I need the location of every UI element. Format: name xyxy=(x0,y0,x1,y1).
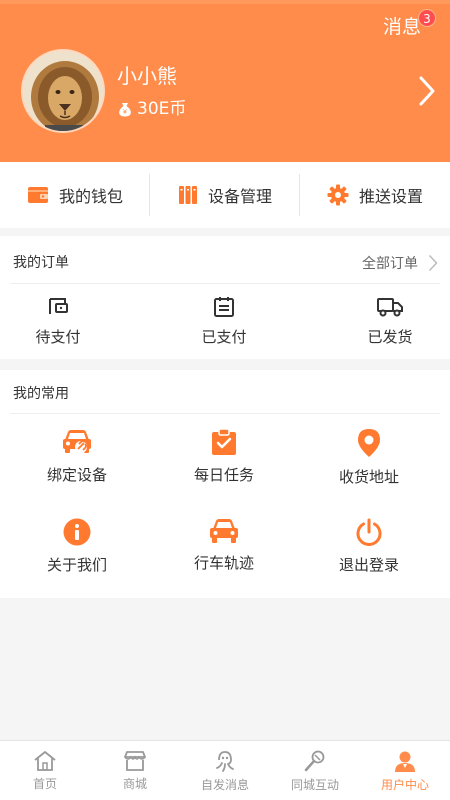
shipped-label: 已发货 xyxy=(367,328,413,346)
tab-interaction-label: 同城互动 xyxy=(290,777,339,792)
lion-avatar-icon xyxy=(23,51,103,131)
receipt-icon xyxy=(214,297,234,317)
chevron-right-icon[interactable] xyxy=(413,74,441,108)
driving-track-button[interactable]: 行车轨迹 xyxy=(179,518,269,573)
all-orders-link[interactable]: 全部订单 xyxy=(362,253,438,273)
shipping-address-button[interactable]: 收货地址 xyxy=(324,428,414,487)
octopus-message-icon xyxy=(216,750,234,772)
device-books-icon xyxy=(178,186,197,204)
tab-home[interactable]: 首页 xyxy=(0,741,90,800)
pending-payment-button[interactable]: 待支付 xyxy=(28,296,88,347)
shipping-address-label: 收货地址 xyxy=(338,468,399,486)
coin-balance: ¥ 30E币 xyxy=(117,97,186,121)
my-wallet-label: 我的钱包 xyxy=(58,187,123,206)
info-icon xyxy=(63,518,91,546)
microphone-icon xyxy=(304,750,325,771)
divider xyxy=(10,413,440,414)
device-management-button[interactable]: 设备管理 xyxy=(150,162,300,228)
location-pin-icon xyxy=(358,429,380,457)
chevron-right-icon xyxy=(428,254,438,272)
username: 小小熊 xyxy=(117,64,177,88)
car-icon xyxy=(210,519,238,543)
home-icon xyxy=(34,750,56,771)
wallet-outline-icon xyxy=(49,298,68,314)
gear-icon xyxy=(327,184,349,206)
paid-button[interactable]: 已支付 xyxy=(194,296,254,347)
my-common-card: 我的常用 绑定设备 每日任务 收货地址 关于我们 行车轨迹 退出登录 xyxy=(0,370,450,598)
my-orders-card: 我的订单 全部订单 待支付 已支付 已发货 xyxy=(0,236,450,359)
my-wallet-button[interactable]: 我的钱包 xyxy=(0,162,150,228)
my-common-title: 我的常用 xyxy=(13,386,69,402)
logout-button[interactable]: 退出登录 xyxy=(324,518,414,575)
tab-interaction[interactable]: 同城互动 xyxy=(270,741,360,800)
push-settings-button[interactable]: 推送设置 xyxy=(300,162,450,228)
money-bag-icon: ¥ xyxy=(119,103,131,117)
shipped-button[interactable]: 已发货 xyxy=(360,296,420,347)
push-settings-label: 推送设置 xyxy=(358,187,423,206)
about-us-button[interactable]: 关于我们 xyxy=(32,518,122,575)
header-top-strip xyxy=(0,0,450,4)
wallet-icon xyxy=(27,187,48,203)
my-orders-title: 我的订单 xyxy=(13,255,69,271)
avatar[interactable] xyxy=(21,49,105,133)
profile-header: 消息 3 小小熊 ¥ 30E币 xyxy=(0,0,450,162)
messages-button[interactable]: 消息 xyxy=(383,15,421,39)
messages-badge: 3 xyxy=(418,9,436,27)
bottom-tab-bar: 首页 商城 自发消息 同城互动 用户中心 xyxy=(0,740,450,800)
tab-mall[interactable]: 商城 xyxy=(90,741,180,800)
tab-home-label: 首页 xyxy=(32,776,57,791)
divider xyxy=(10,283,440,284)
bind-device-label: 绑定设备 xyxy=(46,466,107,484)
tab-user-center-label: 用户中心 xyxy=(380,777,429,792)
all-orders-label: 全部订单 xyxy=(362,256,418,272)
about-us-label: 关于我们 xyxy=(46,556,107,574)
svg-text:¥: ¥ xyxy=(123,109,127,116)
daily-tasks-button[interactable]: 每日任务 xyxy=(179,428,269,485)
power-icon xyxy=(356,518,382,546)
tab-user-center[interactable]: 用户中心 xyxy=(360,741,450,800)
tab-messages[interactable]: 自发消息 xyxy=(180,741,270,800)
paid-label: 已支付 xyxy=(201,328,247,346)
car-link-icon xyxy=(63,430,91,453)
tab-mall-label: 商城 xyxy=(122,776,147,791)
quick-actions-bar: 我的钱包 设备管理 推送设置 xyxy=(0,162,450,228)
delivery-truck-icon xyxy=(377,298,403,317)
store-icon xyxy=(124,750,146,771)
tab-messages-label: 自发消息 xyxy=(200,777,249,792)
bind-device-button[interactable]: 绑定设备 xyxy=(32,428,122,485)
logout-label: 退出登录 xyxy=(338,556,399,574)
driving-track-label: 行车轨迹 xyxy=(193,554,254,572)
clipboard-check-icon xyxy=(212,428,236,455)
device-management-label: 设备管理 xyxy=(207,187,272,206)
coin-balance-text: 30E币 xyxy=(137,99,187,119)
user-icon xyxy=(395,751,415,772)
daily-tasks-label: 每日任务 xyxy=(193,466,254,484)
pending-payment-label: 待支付 xyxy=(35,328,81,346)
